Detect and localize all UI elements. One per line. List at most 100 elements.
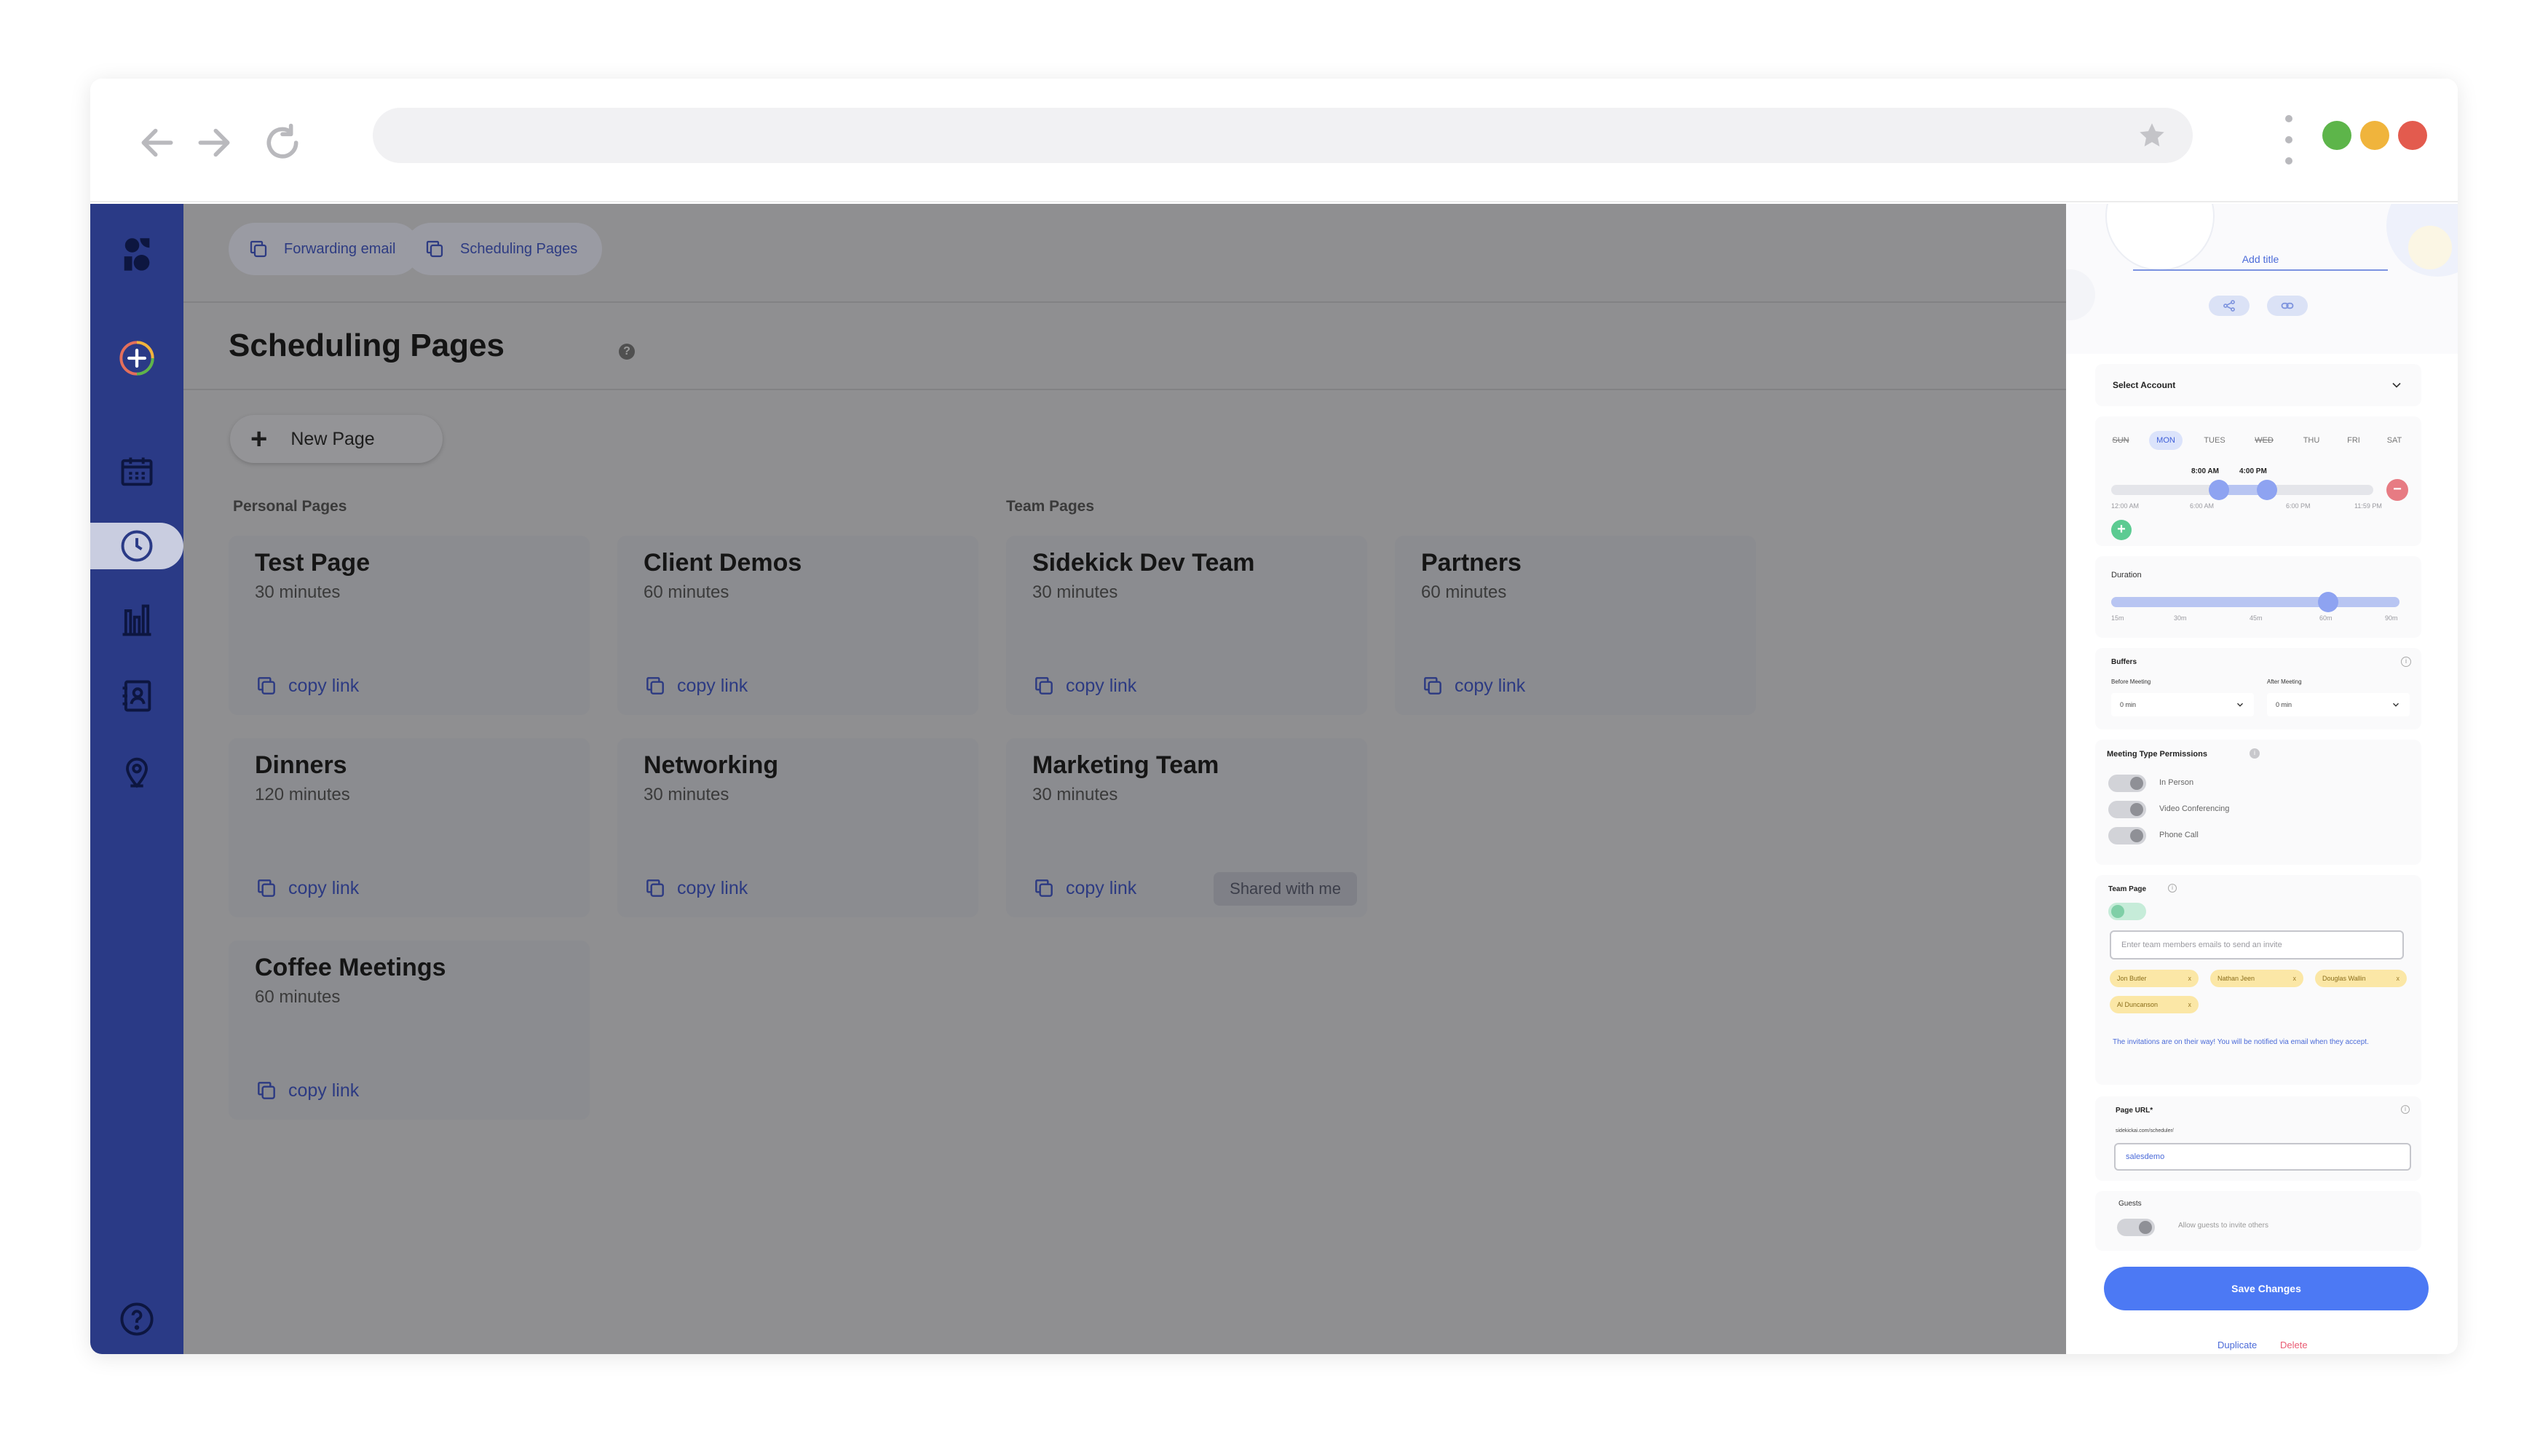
card-title: Test Page xyxy=(255,549,371,577)
invite-tag: Jon Butler x xyxy=(2110,970,2199,987)
tag-remove-icon[interactable]: x xyxy=(2188,970,2192,987)
copy-link-button[interactable]: copy link xyxy=(644,874,748,903)
duration-handle[interactable] xyxy=(2318,592,2338,612)
new-page-button[interactable]: + New Page xyxy=(230,415,443,463)
delete-link[interactable]: Delete xyxy=(2280,1340,2308,1350)
duration-track[interactable] xyxy=(2111,597,2399,607)
before-meeting-select[interactable]: 0 min xyxy=(2111,693,2254,716)
forwarding-email-chip[interactable]: Forwarding email xyxy=(229,223,421,275)
invite-email-input[interactable]: Enter team members emails to send an inv… xyxy=(2110,930,2404,960)
page-card-test-page[interactable]: Test Page 30 minutes copy link xyxy=(229,536,590,715)
info-icon[interactable]: i xyxy=(2401,657,2411,667)
guests-toggle[interactable] xyxy=(2117,1219,2155,1236)
day-tues[interactable]: TUES xyxy=(2200,431,2229,450)
copy-icon xyxy=(1035,879,1053,897)
copy-icon xyxy=(646,879,664,897)
range-start-handle[interactable] xyxy=(2209,480,2229,500)
clock-icon[interactable] xyxy=(114,523,160,569)
copy-link-button[interactable]: copy link xyxy=(1032,874,1136,903)
share-button[interactable] xyxy=(2209,296,2250,316)
plus-circle-icon[interactable] xyxy=(114,335,160,381)
guests-label: Guests xyxy=(2118,1200,2142,1208)
add-range-icon[interactable]: + xyxy=(2111,520,2132,540)
tag-remove-icon[interactable]: x xyxy=(2293,970,2297,987)
copy-icon xyxy=(1424,677,1441,695)
toggle-phone-call[interactable] xyxy=(2108,827,2146,844)
duration-tick: 90m xyxy=(2385,614,2398,622)
chevron-down-icon xyxy=(2393,703,2399,707)
card-duration: 30 minutes xyxy=(1032,785,1118,804)
calendar-icon[interactable] xyxy=(114,448,160,495)
page-card-dinners[interactable]: Dinners 120 minutes copy link xyxy=(229,738,590,917)
browser-window: Forwarding email Scheduling Pages Schedu… xyxy=(90,79,2458,1354)
sidekick-logo-icon[interactable] xyxy=(114,232,160,278)
address-bar[interactable] xyxy=(373,108,2193,163)
scheduling-pages-chip[interactable]: Scheduling Pages xyxy=(405,223,603,275)
card-title: Sidekick Dev Team xyxy=(1032,549,1255,577)
range-end-label: 4:00 PM xyxy=(2239,467,2267,475)
window-minimize-dot[interactable] xyxy=(2360,121,2389,150)
page-card-client-demos[interactable]: Client Demos 60 minutes copy link xyxy=(617,536,978,715)
link-button[interactable] xyxy=(2267,296,2308,316)
copy-link-button[interactable]: copy link xyxy=(255,874,359,903)
page-card-sidekick-dev-team[interactable]: Sidekick Dev Team 30 minutes copy link xyxy=(1006,536,1367,715)
team-page-label: Team Page xyxy=(2108,885,2147,893)
copy-link-button[interactable]: copy link xyxy=(255,671,359,700)
kebab-menu-icon[interactable] xyxy=(2274,111,2303,169)
arrow-right-icon xyxy=(198,128,230,157)
copy-link-button[interactable]: copy link xyxy=(644,671,748,700)
window-maximize-dot[interactable] xyxy=(2322,121,2351,150)
copy-link-button[interactable]: copy link xyxy=(1032,671,1136,700)
forward-button[interactable] xyxy=(185,114,243,172)
after-meeting-select[interactable]: 0 min xyxy=(2267,693,2410,716)
page-card-partners[interactable]: Partners 60 minutes copy link xyxy=(1395,536,1756,715)
card-duration: 30 minutes xyxy=(1032,582,1118,602)
copy-link-button[interactable]: copy link xyxy=(1421,671,1525,700)
day-wed[interactable]: WED xyxy=(2251,431,2277,450)
page-card-marketing-team[interactable]: Marketing Team 30 minutes copy link Shar… xyxy=(1006,738,1367,917)
day-fri[interactable]: FRI xyxy=(2344,431,2363,450)
add-title-input[interactable]: Add title xyxy=(2133,253,2388,271)
tag-remove-icon[interactable]: x xyxy=(2188,996,2192,1013)
day-mon[interactable]: MON xyxy=(2149,431,2183,450)
team-page-toggle[interactable] xyxy=(2108,903,2146,920)
range-start-label: 8:00 AM xyxy=(2191,467,2219,475)
tag-remove-icon[interactable]: x xyxy=(2397,970,2400,987)
page-url-input[interactable]: salesdemo xyxy=(2114,1143,2411,1171)
day-sat[interactable]: SAT xyxy=(2383,431,2405,450)
info-icon[interactable]: i xyxy=(2250,748,2260,759)
card-duration: 120 minutes xyxy=(255,785,350,804)
help-tooltip-icon[interactable]: ? xyxy=(619,344,635,360)
bar-chart-icon[interactable] xyxy=(114,597,160,644)
help-icon[interactable] xyxy=(114,1296,160,1342)
save-changes-button[interactable]: Save Changes xyxy=(2104,1267,2429,1310)
page-card-networking[interactable]: Networking 30 minutes copy link xyxy=(617,738,978,917)
duplicate-link[interactable]: Duplicate xyxy=(2217,1340,2257,1350)
copy-link-button[interactable]: copy link xyxy=(255,1076,359,1105)
range-end-handle[interactable] xyxy=(2257,480,2277,500)
remove-range-icon[interactable]: − xyxy=(2386,479,2408,501)
tag-name: Al Duncanson xyxy=(2117,1001,2159,1008)
day-thu[interactable]: THU xyxy=(2299,431,2324,450)
contacts-book-icon[interactable] xyxy=(114,673,160,719)
window-close-dot[interactable] xyxy=(2398,121,2427,150)
back-button[interactable] xyxy=(128,114,186,172)
card-title: Marketing Team xyxy=(1032,751,1219,779)
day-sun[interactable]: SUN xyxy=(2110,431,2132,450)
toggle-in-person[interactable] xyxy=(2108,775,2146,792)
star-icon[interactable] xyxy=(2137,121,2167,150)
page-url-label: Page URL* xyxy=(2116,1107,2153,1115)
page-card-coffee-meetings[interactable]: Coffee Meetings 60 minutes copy link xyxy=(229,941,590,1120)
info-icon[interactable]: i xyxy=(2401,1105,2410,1114)
location-pin-icon[interactable] xyxy=(114,748,160,795)
main-content: Forwarding email Scheduling Pages Schedu… xyxy=(183,204,2066,1354)
reload-icon xyxy=(266,123,298,159)
toggle-video-conferencing[interactable] xyxy=(2108,801,2146,818)
reload-button[interactable] xyxy=(253,114,312,172)
browser-toolbar xyxy=(90,79,2458,202)
copy-link-label: copy link xyxy=(288,675,360,696)
info-icon[interactable]: i xyxy=(2168,884,2177,893)
after-meeting-label: After Meeting xyxy=(2267,678,2302,685)
top-chip-bar: Forwarding email Scheduling Pages xyxy=(183,204,2066,303)
select-account-dropdown[interactable]: Select Account xyxy=(2095,364,2421,406)
